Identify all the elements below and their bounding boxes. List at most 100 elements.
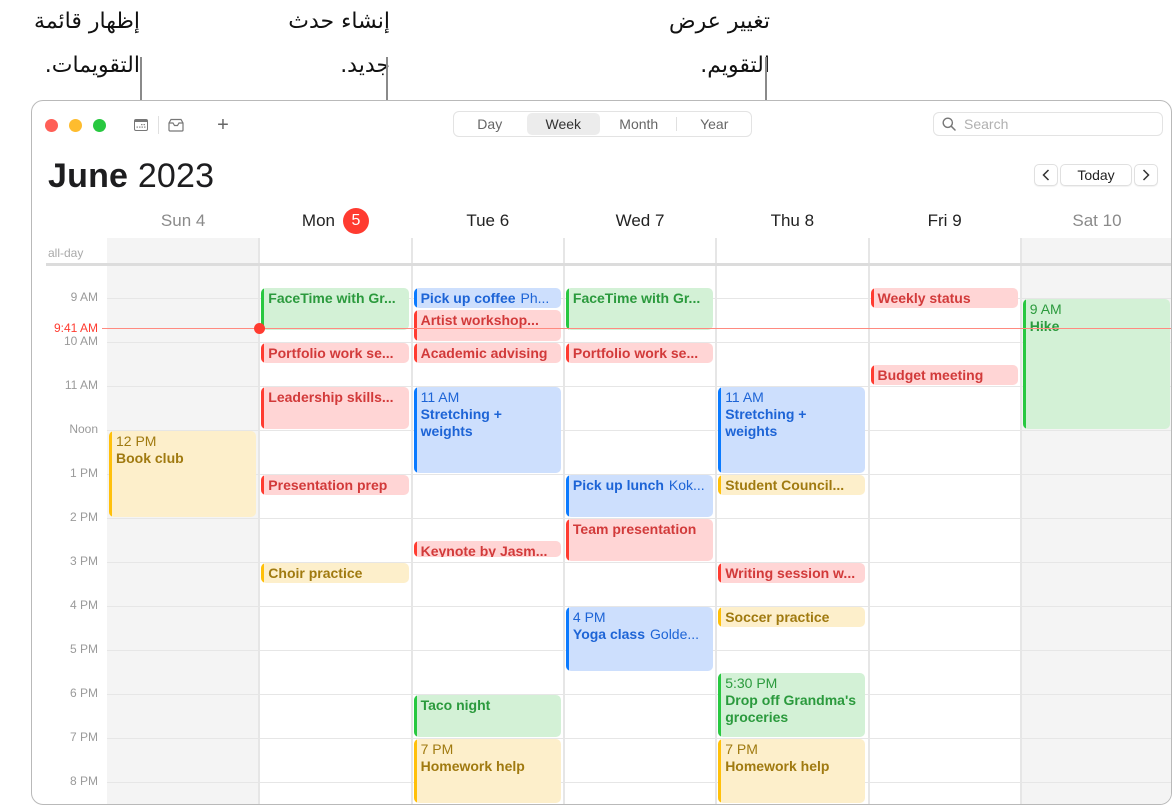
calendar-event[interactable]: Student Council... bbox=[718, 475, 866, 495]
add-event-button[interactable]: + bbox=[213, 114, 233, 136]
tab-year[interactable]: Year bbox=[678, 113, 750, 135]
calendar-event[interactable]: 7 PM Homework help bbox=[718, 739, 866, 803]
calendar-event[interactable]: Presentation prep bbox=[261, 475, 409, 495]
tab-week[interactable]: Week bbox=[526, 113, 600, 135]
close-button[interactable] bbox=[45, 119, 58, 132]
event-title: Pick up lunch bbox=[572, 477, 664, 493]
event-title: Keynote by Jasm... bbox=[420, 543, 548, 557]
view-switcher: Day Week Month Year bbox=[453, 111, 752, 137]
calendar-event[interactable]: Pick up lunch Kok... bbox=[565, 475, 714, 517]
hour-label: 3 PM bbox=[69, 554, 98, 568]
week-grid: all-day 9 AM 10 AM 11 AM Noon 1 PM 2 PM 3 PM 4 … bbox=[32, 238, 1171, 804]
tab-day[interactable]: Day bbox=[455, 113, 525, 135]
title-year: 2023 bbox=[137, 157, 215, 195]
calendar-event[interactable]: 11 AM Stretching + weights bbox=[718, 387, 866, 473]
day-header-wed[interactable]: Wed 7 bbox=[564, 207, 716, 235]
calendar-event[interactable]: 7 PM Homework help bbox=[413, 739, 561, 803]
chevron-left-icon bbox=[1042, 169, 1050, 181]
inbox-button[interactable] bbox=[166, 115, 186, 135]
day-header-sun[interactable]: Sun 4 bbox=[107, 207, 259, 235]
today-button[interactable]: Today bbox=[1060, 164, 1132, 186]
event-title: Leadership skills... bbox=[268, 389, 394, 405]
zoom-button[interactable] bbox=[93, 119, 106, 132]
calendar-event[interactable]: Team presentation bbox=[565, 519, 714, 561]
day-name: Mon bbox=[301, 211, 335, 230]
calendar-event[interactable]: Academic advising bbox=[413, 343, 561, 363]
event-time: 5:30 PM bbox=[725, 675, 778, 691]
calendar-event[interactable]: 4 PM Yoga class Golde... bbox=[565, 607, 714, 671]
event-title: Choir practice bbox=[268, 565, 363, 581]
event-title: Portfolio work se... bbox=[268, 345, 394, 361]
calendar-event[interactable]: Leadership skills... bbox=[261, 387, 409, 429]
search-input[interactable] bbox=[964, 116, 1144, 132]
event-title: Budget meeting bbox=[877, 367, 984, 383]
callout-show-calendars: إظهار قائمة التقويمات. bbox=[34, 9, 140, 78]
minimize-button[interactable] bbox=[69, 119, 82, 132]
event-title: Pick up coffee bbox=[420, 290, 516, 306]
calendar-event[interactable]: FaceTime with Gr... bbox=[261, 288, 409, 330]
calendar-event[interactable]: FaceTime with Gr... bbox=[565, 288, 714, 330]
event-title: Taco night bbox=[420, 697, 491, 713]
hour-label: 11 AM bbox=[64, 378, 98, 392]
event-title: Homework help bbox=[725, 758, 830, 774]
event-title: Stretching + weights bbox=[725, 406, 807, 439]
calendar-event[interactable]: Writing session w... bbox=[718, 563, 866, 583]
search-icon bbox=[942, 117, 956, 131]
day-header-thu[interactable]: Thu 8 bbox=[716, 207, 868, 235]
next-week-button[interactable] bbox=[1134, 164, 1158, 186]
event-title: Weekly status bbox=[877, 290, 971, 306]
event-location: Golde... bbox=[650, 626, 700, 642]
day-name: Sat bbox=[1072, 211, 1098, 230]
calendar-event[interactable]: Weekly status bbox=[870, 288, 1018, 308]
hour-label: 2 PM bbox=[69, 510, 98, 524]
event-time: 7 PM bbox=[725, 741, 758, 757]
day-header-sat[interactable]: Sat 10 bbox=[1021, 207, 1171, 235]
calendar-event[interactable]: Keynote by Jasm... bbox=[413, 541, 561, 557]
calendar-event[interactable]: Portfolio work se... bbox=[565, 343, 714, 363]
hour-label: 1 PM bbox=[69, 466, 98, 480]
day-date: 9 bbox=[947, 211, 962, 230]
day-date: 10 bbox=[1097, 211, 1122, 230]
day-divider bbox=[410, 238, 413, 804]
event-title: Homework help bbox=[420, 758, 525, 774]
calendar-event[interactable]: Choir practice bbox=[261, 563, 409, 583]
calendar-event[interactable]: 11 AM Stretching + weights bbox=[413, 387, 561, 473]
event-title: Student Council... bbox=[725, 477, 845, 493]
hour-label: 6 PM bbox=[69, 686, 98, 700]
event-time: 11 AM bbox=[420, 389, 460, 405]
calendar-event[interactable]: 9 AM Hike bbox=[1022, 299, 1171, 429]
calendar-event[interactable]: Soccer practice bbox=[718, 607, 866, 627]
calendar-list-button[interactable] bbox=[132, 115, 150, 135]
day-divider bbox=[715, 238, 718, 804]
hour-label: 4 PM bbox=[69, 598, 98, 612]
calendar-window: + Day Week Month Year June 2023 Today Su… bbox=[31, 100, 1172, 805]
chevron-right-icon bbox=[1142, 169, 1150, 181]
day-header-fri[interactable]: Fri 9 bbox=[869, 207, 1021, 235]
previous-week-button[interactable] bbox=[1034, 164, 1058, 186]
calendar-event[interactable]: 5:30 PM Drop off Grandma's groceries bbox=[718, 673, 866, 737]
hour-line bbox=[107, 430, 1171, 431]
day-header-mon[interactable]: Mon 5 bbox=[259, 207, 411, 235]
day-divider bbox=[867, 238, 870, 804]
calendar-event[interactable]: 12 PM Book club bbox=[109, 431, 257, 517]
calendar-event[interactable]: Taco night bbox=[413, 695, 561, 737]
day-name: Sun bbox=[160, 211, 192, 230]
hour-label: 9 AM bbox=[70, 290, 98, 304]
allday-separator bbox=[46, 263, 1171, 266]
today-date-badge: 5 bbox=[342, 208, 369, 234]
calendar-event[interactable]: Artist workshop... bbox=[413, 310, 561, 341]
toolbar-separator bbox=[158, 116, 159, 134]
calendar-event[interactable]: Budget meeting bbox=[870, 365, 1018, 385]
day-date: 7 bbox=[650, 211, 665, 230]
event-location: Ph... bbox=[520, 290, 550, 306]
event-title: Artist workshop... bbox=[420, 312, 539, 328]
day-divider bbox=[1019, 238, 1022, 804]
weekend-column-bg bbox=[107, 238, 260, 804]
day-name: Fri bbox=[927, 211, 948, 230]
calendar-event[interactable]: Pick up coffee Ph... bbox=[413, 288, 561, 308]
search-field[interactable] bbox=[933, 112, 1163, 136]
tab-month[interactable]: Month bbox=[602, 113, 675, 135]
event-title: Book club bbox=[116, 450, 184, 466]
calendar-event[interactable]: Portfolio work se... bbox=[261, 343, 409, 363]
day-header-tue[interactable]: Tue 6 bbox=[412, 207, 564, 235]
